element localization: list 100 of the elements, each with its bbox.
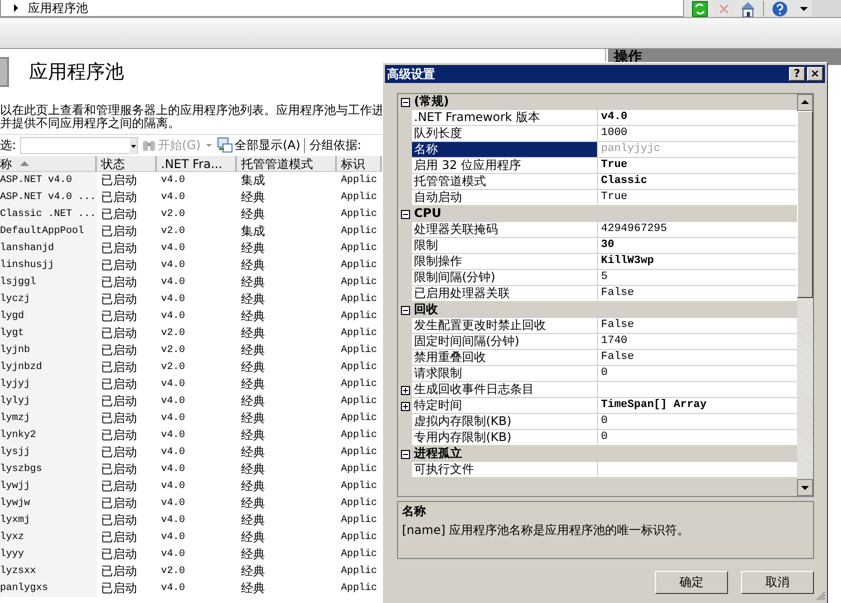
property-value[interactable]: 5: [598, 270, 797, 286]
table-cell-text: Applic: [340, 394, 378, 409]
property-value[interactable]: 1740: [598, 334, 797, 350]
property-value[interactable]: 4294967295: [598, 222, 797, 238]
property-value[interactable]: Classic: [598, 174, 797, 190]
property-value[interactable]: True: [598, 158, 797, 174]
table-cell-text: 已启动: [100, 580, 138, 597]
property-name[interactable]: 处理器关联掩码: [412, 222, 598, 238]
breadcrumb-item[interactable]: 应用程序池: [28, 0, 88, 16]
column-header[interactable]: 托管管道模式: [237, 156, 337, 172]
property-name[interactable]: 生成回收事件日志条目: [412, 382, 598, 398]
show-all-button[interactable]: 全部显示(A): [216, 136, 300, 154]
table-cell-text: v4.0: [160, 497, 186, 511]
table-cell-text: Applic: [340, 208, 378, 222]
group-by-label: 分组依据:: [309, 136, 362, 154]
cancel-button[interactable]: 取消: [741, 571, 814, 594]
collapse-icon[interactable]: [400, 210, 410, 218]
table-cell-text: Applic: [340, 446, 378, 460]
property-name[interactable]: 可执行文件: [412, 462, 598, 478]
table-cell-text: v2.0: [160, 225, 186, 239]
property-value[interactable]: v4.0: [598, 110, 797, 126]
property-name[interactable]: 限制: [412, 238, 598, 254]
table-cell-text: 经典: [240, 206, 266, 223]
table-cell-text: v2.0: [160, 208, 186, 222]
property-name[interactable]: .NET Framework 版本: [412, 110, 598, 126]
column-header[interactable]: .NET Fra...: [157, 156, 237, 172]
property-value[interactable]: 1000: [598, 126, 797, 142]
property-name[interactable]: 自动启动: [412, 190, 598, 206]
table-cell-text: Applic: [340, 564, 378, 579]
property-value[interactable]: KillW3wp: [598, 254, 797, 270]
filter-field[interactable]: [20, 136, 138, 154]
property-name[interactable]: 专用内存限制(KB): [412, 430, 598, 446]
resize-grip-icon[interactable]: [816, 591, 826, 601]
expand-icon[interactable]: [400, 402, 410, 410]
column-header[interactable]: 状态: [97, 156, 157, 172]
dropdown-caret-icon[interactable]: [130, 138, 138, 154]
property-name[interactable]: 托管管道模式: [412, 174, 598, 190]
table-cell-text: Applic: [340, 360, 378, 375]
table-cell: linshusjj: [0, 257, 97, 274]
scrollbar[interactable]: [797, 94, 813, 496]
help-button[interactable]: ?: [789, 67, 805, 81]
property-name[interactable]: 特定时间: [412, 398, 598, 414]
ok-button[interactable]: 确定: [655, 571, 728, 594]
property-value[interactable]: 0: [598, 430, 797, 446]
collapse-icon[interactable]: [400, 306, 410, 314]
column-header[interactable]: 标识: [337, 156, 382, 172]
table-cell-text: 已启动: [100, 308, 138, 325]
category-header[interactable]: (常规): [412, 94, 449, 110]
property-value[interactable]: False: [598, 350, 797, 366]
expand-icon[interactable]: [400, 386, 410, 394]
table-cell-text: Applic: [340, 480, 378, 494]
table-cell-text: v4.0: [160, 191, 186, 205]
category-header[interactable]: 回收: [412, 302, 438, 318]
property-value[interactable]: True: [598, 190, 797, 206]
breadcrumb-arrow-icon: [13, 4, 19, 12]
property-name[interactable]: 启用 32 位应用程序: [412, 158, 598, 174]
table-cell: lyczj: [0, 291, 97, 308]
property-value[interactable]: False: [598, 286, 797, 302]
table-cell-text: Applic: [340, 514, 378, 528]
table-cell-text: 已启动: [100, 444, 138, 461]
property-value[interactable]: 30: [598, 238, 797, 254]
address-field[interactable]: 应用程序池: [0, 0, 684, 17]
table-cell-text: 经典: [240, 563, 266, 580]
property-name[interactable]: 限制间隔(分钟): [412, 270, 598, 286]
table-cell-text: Applic: [340, 292, 378, 307]
category-header[interactable]: 进程孤立: [412, 446, 462, 462]
property-name[interactable]: 请求限制: [412, 366, 598, 382]
column-header[interactable]: 称: [0, 156, 97, 172]
property-name[interactable]: 已启用处理器关联: [412, 286, 598, 302]
table-cell-text: 已启动: [100, 495, 138, 512]
property-name[interactable]: 队列长度: [412, 126, 598, 142]
property-name[interactable]: 限制操作: [412, 254, 598, 270]
table-cell: lyzsxx: [0, 563, 97, 580]
close-button[interactable]: ×: [807, 67, 823, 81]
table-cell-text: v4.0: [160, 174, 186, 188]
table-cell-text: 已启动: [100, 274, 138, 291]
collapse-icon[interactable]: [400, 98, 410, 106]
scroll-thumb[interactable]: [797, 111, 813, 298]
property-value[interactable]: TimeSpan[] Array: [598, 398, 797, 414]
property-value[interactable]: 0: [598, 366, 797, 382]
table-cell-text: 经典: [240, 546, 266, 563]
property-value[interactable]: 0: [598, 414, 797, 430]
help-icon[interactable]: [772, 0, 788, 16]
category-header[interactable]: CPU: [412, 206, 442, 222]
property-name[interactable]: 虚拟内存限制(KB): [412, 414, 598, 430]
property-name[interactable]: 禁用重叠回收: [412, 350, 598, 366]
table-cell-text: 经典: [240, 240, 266, 257]
property-value[interactable]: False: [598, 318, 797, 334]
property-name[interactable]: 发生配置更改时禁止回收: [412, 318, 598, 334]
scroll-down-icon[interactable]: [797, 479, 813, 496]
table-cell-text: 已启动: [100, 291, 138, 308]
scroll-up-icon[interactable]: [797, 94, 813, 111]
table-cell-text: v4.0: [160, 310, 186, 324]
description-text: 并提供不同应用程序之间的隔离。: [0, 117, 180, 130]
property-name[interactable]: 固定时间间隔(分钟): [412, 334, 598, 350]
collapse-icon[interactable]: [400, 450, 410, 458]
refresh-icon[interactable]: [692, 0, 708, 16]
home-icon[interactable]: [740, 0, 756, 16]
table-cell-text: v4.0: [160, 378, 186, 392]
table-cell-text: v4.0: [160, 276, 186, 290]
